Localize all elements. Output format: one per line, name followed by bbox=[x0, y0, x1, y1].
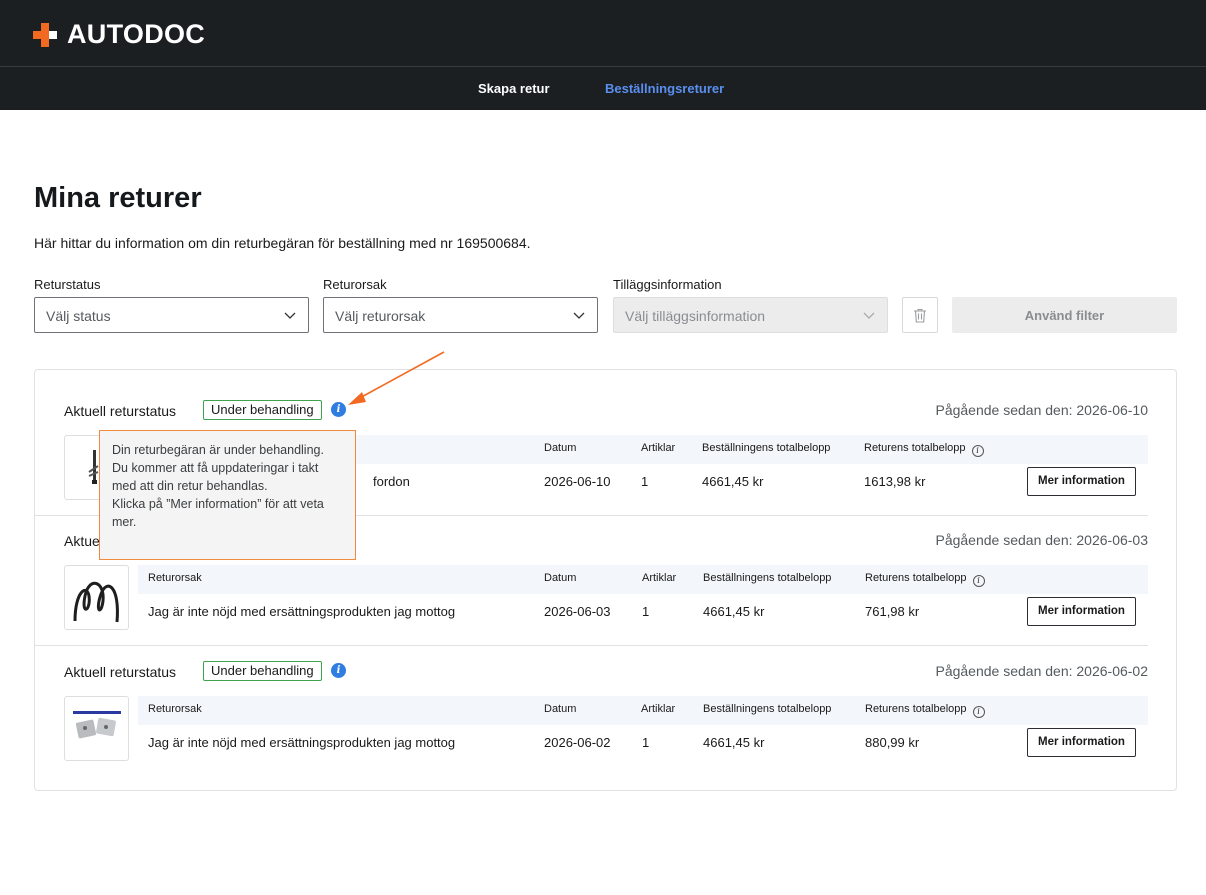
return-date: 2026-06-10 bbox=[544, 474, 611, 489]
info-outline-icon[interactable]: i bbox=[972, 706, 985, 718]
extra-info-select[interactable]: Välj tilläggsinformation bbox=[613, 297, 888, 333]
col-items-header: Artiklar bbox=[641, 703, 676, 715]
return-items: 1 bbox=[641, 474, 649, 489]
trash-icon bbox=[914, 308, 926, 323]
nav-bar: Skapa retur Beställningsreturer bbox=[0, 66, 1206, 110]
return-date: 2026-06-02 bbox=[544, 735, 611, 750]
status-label: Aktue bbox=[64, 533, 100, 549]
col-date-header: Datum bbox=[544, 703, 577, 715]
order-total: 4661,45 kr bbox=[703, 735, 765, 750]
status-badge: Under behandling bbox=[203, 661, 322, 681]
chevron-down-icon bbox=[284, 312, 296, 319]
status-select[interactable]: Välj status bbox=[34, 297, 309, 333]
order-total: 4661,45 kr bbox=[703, 604, 765, 619]
ongoing-since: Pågående sedan den: 2026-06-10 bbox=[935, 402, 1148, 418]
nav-create-return[interactable]: Skapa retur bbox=[478, 81, 550, 96]
ongoing-since: Pågående sedan den: 2026-06-03 bbox=[935, 532, 1148, 548]
return-total: 1613,98 kr bbox=[864, 474, 926, 489]
product-thumbnail bbox=[64, 696, 129, 761]
more-info-button[interactable]: Mer information bbox=[1027, 728, 1136, 757]
return-items: 1 bbox=[642, 604, 650, 619]
return-item: Aktuell returstatus Under behandling i P… bbox=[64, 661, 1148, 771]
col-order-total-header: Beställningens totalbelopp bbox=[703, 703, 832, 715]
nav-order-returns[interactable]: Beställningsreturer bbox=[605, 81, 724, 96]
logo-cross-icon bbox=[33, 22, 57, 47]
return-reason: Jag är inte nöjd med ersättningsprodukte… bbox=[148, 735, 456, 750]
status-filter-label: Returstatus bbox=[34, 277, 101, 292]
product-image bbox=[73, 582, 119, 623]
autodoc-logo[interactable]: AUTODOC bbox=[33, 19, 205, 50]
return-reason: Jag är inte nöjd med ersättningsprodukte… bbox=[148, 604, 456, 619]
col-reason-header: Returorsak bbox=[148, 572, 202, 584]
more-info-button[interactable]: Mer information bbox=[1027, 467, 1136, 496]
page-title: Mina returer bbox=[34, 182, 202, 214]
return-reason: fordon bbox=[373, 474, 410, 489]
extra-info-select-value: Välj tilläggsinformation bbox=[625, 308, 766, 324]
clear-filters-button[interactable] bbox=[902, 297, 938, 333]
col-order-total-header: Beställningens totalbelopp bbox=[702, 442, 831, 454]
order-total: 4661,45 kr bbox=[702, 474, 764, 489]
col-date-header: Datum bbox=[544, 572, 577, 584]
divider bbox=[35, 645, 1148, 646]
status-label: Aktuell returstatus bbox=[64, 403, 177, 419]
chevron-down-icon bbox=[863, 312, 875, 319]
return-items: 1 bbox=[642, 735, 650, 750]
col-order-total-header: Beställningens totalbelopp bbox=[703, 572, 832, 584]
info-outline-icon[interactable]: i bbox=[971, 445, 984, 457]
apply-filter-button[interactable]: Använd filter bbox=[952, 297, 1177, 333]
table-header: Returorsak Datum Artiklar Beställningens… bbox=[138, 696, 1148, 725]
reason-select[interactable]: Välj returorsak bbox=[323, 297, 598, 333]
col-return-total-header: Returens totalbelopp i bbox=[865, 572, 985, 587]
return-date: 2026-06-03 bbox=[544, 604, 611, 619]
tooltip-hint: Klicka på ”Mer information” för att veta… bbox=[112, 497, 324, 529]
col-items-header: Artiklar bbox=[642, 572, 677, 584]
annotation-arrow-icon bbox=[348, 351, 445, 405]
table-header: Returorsak Datum Artiklar Beställningens… bbox=[138, 565, 1148, 594]
top-bar: AUTODOC bbox=[0, 0, 1206, 66]
col-reason-header: Returorsak bbox=[148, 703, 202, 715]
return-total: 761,98 kr bbox=[865, 604, 920, 619]
extra-filter-label: Tilläggsinformation bbox=[613, 277, 722, 292]
more-info-button[interactable]: Mer information bbox=[1027, 597, 1136, 626]
ongoing-since: Pågående sedan den: 2026-06-02 bbox=[935, 663, 1148, 679]
info-icon[interactable]: i bbox=[331, 663, 346, 678]
status-label: Aktuell returstatus bbox=[64, 664, 177, 680]
info-outline-icon[interactable]: i bbox=[972, 575, 985, 587]
status-select-value: Välj status bbox=[46, 308, 111, 324]
status-tooltip: Din returbegäran är under behandling. Du… bbox=[99, 430, 356, 560]
product-image bbox=[73, 711, 121, 739]
page-subtitle: Här hittar du information om din returbe… bbox=[34, 235, 531, 251]
chevron-down-icon bbox=[573, 312, 585, 319]
reason-filter-label: Returorsak bbox=[323, 277, 387, 292]
col-date-header: Datum bbox=[544, 442, 577, 454]
status-badge: Under behandling bbox=[203, 400, 322, 420]
col-return-total-header: Returens totalbelopp i bbox=[865, 703, 985, 718]
logo-text: AUTODOC bbox=[67, 19, 206, 49]
return-total: 880,99 kr bbox=[865, 735, 920, 750]
col-items-header: Artiklar bbox=[641, 442, 676, 454]
tooltip-text: Din returbegäran är under behandling. Du… bbox=[112, 443, 324, 493]
col-return-total-header: Returens totalbelopp i bbox=[864, 442, 984, 457]
reason-select-value: Välj returorsak bbox=[335, 308, 426, 324]
product-thumbnail bbox=[64, 565, 129, 630]
